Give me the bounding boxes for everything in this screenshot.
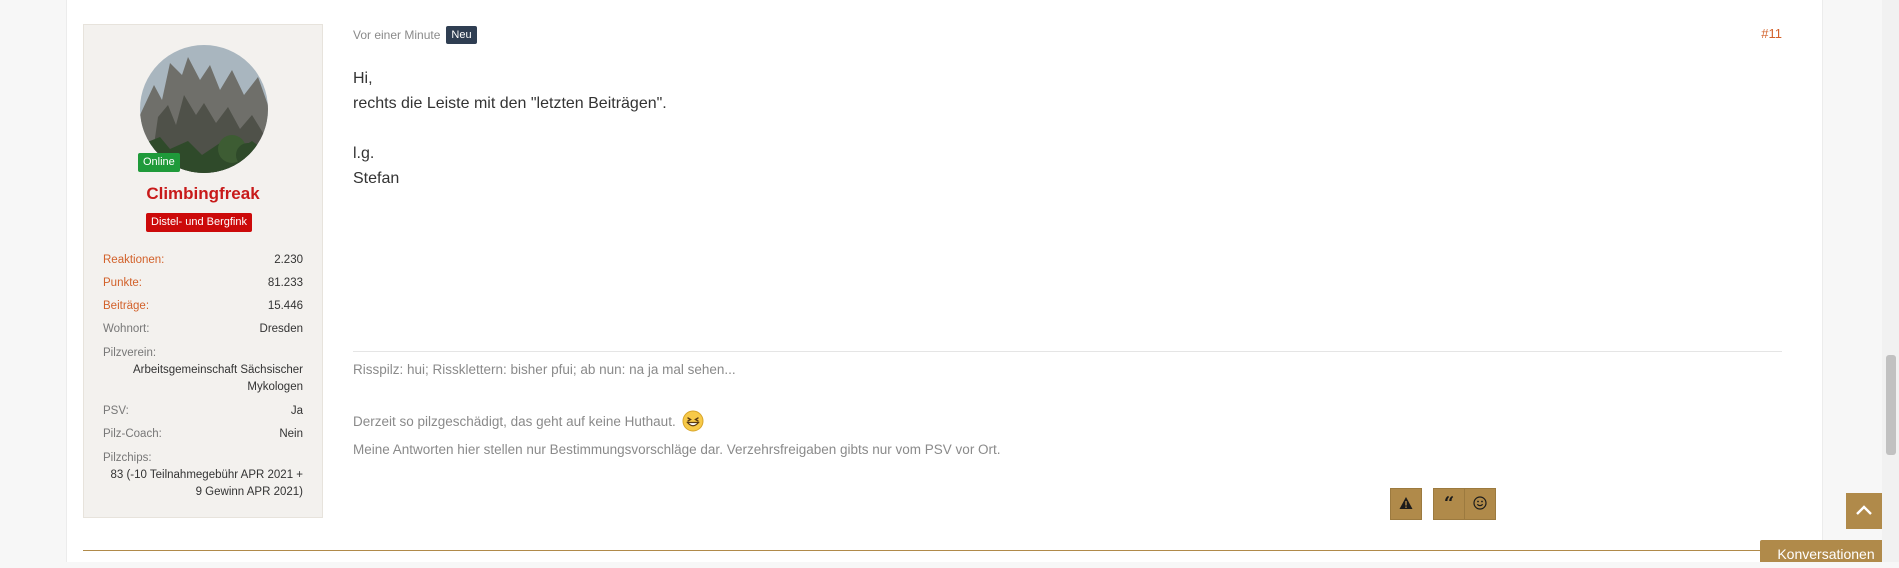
signature-line-emoji: Derzeit so pilzgeschädigt, das geht auf … [353,400,1001,442]
new-badge: Neu [446,26,477,44]
page-scrollbar[interactable] [1882,0,1899,562]
signature-divider [353,351,1782,352]
stat-row-location: Wohnort: Dresden [103,322,303,345]
grinning-face-icon [682,410,704,432]
signature-text: Derzeit so pilzgeschädigt, das geht auf … [353,413,676,429]
username[interactable]: Climbingfreak [84,184,322,204]
post-divider [83,550,1782,551]
quote-button[interactable]: “ [1433,488,1465,520]
stat-row-psv: PSV: Ja [103,404,303,427]
scroll-to-top-button[interactable] [1846,493,1882,529]
user-sidebar: Online Climbingfreak Distel- und Bergfin… [83,24,323,518]
user-stats: Reaktionen: 2.230 Punkte: 81.233 Beiträg… [103,253,303,509]
chevron-up-icon [1856,502,1872,520]
stat-value: Nein [279,428,303,440]
quote-icon: “ [1443,493,1455,514]
stat-label: Wohnort: [103,323,150,335]
stat-value: Ja [290,405,303,417]
stat-value: Arbeitsgemeinschaft Sächsischer Mykologe… [132,364,303,393]
stat-row-coach: Pilz-Coach: Nein [103,427,303,450]
signature: Risspilz: hui; Rissklettern: bisher pfui… [353,362,1001,484]
post-number-link[interactable]: #11 [1761,26,1782,41]
message-line: Stefan [353,170,400,187]
signature-line: Risspilz: hui; Rissklettern: bisher pfui… [353,362,736,377]
stat-label[interactable]: Punkte: [103,276,142,299]
stat-row-points: Punkte: 81.233 [103,276,303,299]
post-message: Hi, rechts die Leiste mit den "letzten B… [353,66,667,191]
post-container: Online Climbingfreak Distel- und Bergfin… [66,0,1823,562]
stat-block-pilzchips: Pilzchips: 83 (-10 Teilnahmegebühr APR 2… [103,450,303,501]
post-time[interactable]: Vor einer Minute [353,28,440,42]
stat-label[interactable]: Reaktionen: [103,253,164,276]
message-line: l.g. [353,145,375,162]
stat-value: 2.230 [274,254,303,266]
stat-value: 81.233 [267,277,303,289]
post-meta: Vor einer Minute Neu [353,26,477,44]
smiley-icon [1473,495,1487,513]
message-line: rechts die Leiste mit den "letzten Beitr… [353,95,667,112]
stat-value: Dresden [259,323,303,335]
stat-row-reactions: Reaktionen: 2.230 [103,253,303,276]
online-badge: Online [138,153,180,172]
stat-label: Pilzchips: [103,452,152,464]
stat-value: 15.446 [267,300,303,312]
conversations-button[interactable]: Konversationen [1760,540,1892,562]
stat-row-posts: Beiträge: 15.446 [103,299,303,322]
stat-label: PSV: [103,405,129,417]
stat-label[interactable]: Beiträge: [103,299,149,322]
stat-block-pilzverein: Pilzverein: Arbeitsgemeinschaft Sächsisc… [103,345,303,396]
stat-value: 83 (-10 Teilnahmegebühr APR 2021 + 9 Gew… [110,469,303,498]
warning-icon [1399,496,1413,513]
stat-label: Pilzverein: [103,347,157,359]
signature-line: Meine Antworten hier stellen nur Bestimm… [353,442,1001,457]
react-button[interactable] [1464,488,1496,520]
scrollbar-thumb[interactable] [1886,355,1896,455]
stat-label: Pilz-Coach: [103,428,162,440]
user-title-badge: Distel- und Bergfink [146,213,252,232]
report-button[interactable] [1390,488,1422,520]
message-line: Hi, [353,70,373,87]
